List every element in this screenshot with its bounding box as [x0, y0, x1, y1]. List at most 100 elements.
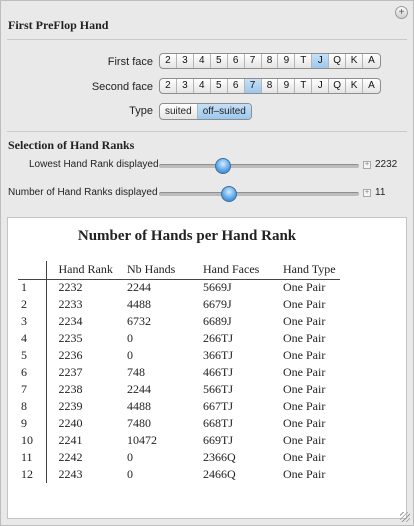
- second-face-option-button[interactable]: 9: [278, 79, 296, 93]
- first-face-option-button[interactable]: J: [312, 54, 330, 68]
- second-face-option-button[interactable]: 5: [211, 79, 228, 93]
- lowest-rank-slider-thumb[interactable]: [215, 158, 231, 174]
- plus-icon[interactable]: +: [395, 6, 408, 19]
- num-ranks-value: 11: [375, 187, 386, 198]
- table-cell: 668TJ: [203, 416, 233, 430]
- first-face-label: First face: [107, 56, 153, 68]
- table-cell: 6732: [127, 314, 151, 328]
- table-cell: 266TJ: [203, 331, 233, 345]
- row-index: 6: [18, 364, 47, 381]
- table-cell: One Pair: [283, 416, 326, 430]
- table-row: 6 2237 748 466TJ One Pair: [18, 364, 340, 381]
- second-face-option-button[interactable]: 6: [228, 79, 245, 93]
- table-cell: 669TJ: [203, 433, 233, 447]
- row-index: 5: [18, 347, 47, 364]
- table-cell: 2240: [58, 416, 83, 430]
- divider: [7, 131, 407, 132]
- second-face-option-button[interactable]: T: [295, 79, 313, 93]
- plus-icon[interactable]: +: [363, 189, 371, 197]
- table-cell: 2244: [127, 280, 151, 295]
- table-cell: 0: [127, 331, 133, 345]
- table-row: 1 2232 2244 5669J One Pair: [18, 279, 340, 296]
- table-row: 10 2241 10472 669TJ One Pair: [18, 432, 340, 449]
- table-cell: One Pair: [283, 467, 326, 481]
- type-option-button[interactable]: off–suited: [197, 104, 251, 119]
- table-cell: One Pair: [283, 297, 326, 311]
- table-cell: 2366Q: [203, 450, 236, 464]
- first-face-option-button[interactable]: 2: [160, 54, 177, 68]
- table-cell: 2243: [58, 467, 83, 481]
- type-setter-bar: suited off–suited: [159, 103, 252, 120]
- row-index: 10: [18, 432, 47, 449]
- num-ranks-slider-thumb[interactable]: [221, 186, 237, 202]
- second-face-option-button[interactable]: 7: [244, 79, 262, 93]
- first-face-setter-bar: 23456789TJQKA: [159, 53, 381, 69]
- column-header: Hand Rank: [46, 261, 124, 280]
- first-face-option-button[interactable]: 9: [278, 54, 296, 68]
- second-face-option-button[interactable]: J: [312, 79, 330, 93]
- second-face-option-button[interactable]: K: [346, 79, 364, 93]
- table-cell: 2244: [127, 382, 151, 396]
- table-cell: 2238: [58, 382, 83, 396]
- table-cell: 2233: [58, 297, 83, 311]
- selection-title: Selection of Hand Ranks: [8, 138, 135, 152]
- table-cell: 5669J: [203, 280, 232, 295]
- plus-icon[interactable]: +: [363, 161, 371, 169]
- table-cell: One Pair: [283, 348, 326, 362]
- first-face-option-button[interactable]: 3: [177, 54, 194, 68]
- second-face-option-button[interactable]: A: [363, 79, 380, 93]
- second-face-option-button[interactable]: 4: [194, 79, 211, 93]
- first-face-option-button[interactable]: T: [295, 54, 313, 68]
- row-index: 11: [18, 449, 47, 466]
- table-cell: 2237: [58, 365, 83, 379]
- first-face-option-button[interactable]: 7: [245, 54, 262, 68]
- table-row: 11 2242 0 2366Q One Pair: [18, 449, 340, 466]
- first-face-option-button[interactable]: 8: [262, 54, 279, 68]
- second-face-option-button[interactable]: 8: [262, 79, 279, 93]
- hand-rank-table: Hand Rank Nb Hands Hand Faces Hand Type …: [18, 261, 340, 483]
- table-cell: One Pair: [283, 399, 326, 413]
- first-face-option-button[interactable]: 4: [194, 54, 211, 68]
- type-option-button[interactable]: suited: [160, 104, 198, 119]
- index-header: [18, 261, 47, 280]
- first-face-option-button[interactable]: 5: [211, 54, 228, 68]
- table-cell: 6679J: [203, 297, 232, 311]
- output-pane: Number of Hands per Hand Rank Hand Rank …: [7, 217, 407, 519]
- table-cell: 2242: [58, 450, 83, 464]
- table-row: 7 2238 2244 566TJ One Pair: [18, 381, 340, 398]
- table-cell: 2239: [58, 399, 83, 413]
- second-face-option-button[interactable]: 2: [160, 79, 177, 93]
- table-cell: One Pair: [283, 331, 326, 345]
- table-cell: 566TJ: [203, 382, 233, 396]
- num-ranks-slider[interactable]: [159, 192, 359, 196]
- table-cell: 667TJ: [203, 399, 233, 413]
- table-cell: One Pair: [283, 365, 326, 379]
- row-index: 2: [18, 296, 47, 313]
- table-cell: 2241: [58, 433, 83, 447]
- first-face-option-button[interactable]: 6: [228, 54, 245, 68]
- resize-grip-icon[interactable]: [400, 512, 410, 522]
- table-cell: 10472: [127, 433, 157, 447]
- first-face-option-button[interactable]: K: [346, 54, 364, 68]
- row-index: 9: [18, 415, 47, 432]
- second-face-option-button[interactable]: Q: [329, 79, 347, 93]
- first-face-option-button[interactable]: A: [363, 54, 380, 68]
- table-row: 8 2239 4488 667TJ One Pair: [18, 398, 340, 415]
- table-cell: 4488: [127, 297, 151, 311]
- table-cell: One Pair: [283, 382, 326, 396]
- row-index: 1: [18, 279, 47, 296]
- table-cell: One Pair: [283, 314, 326, 328]
- second-face-label: Second face: [91, 81, 153, 93]
- table-header-row: Hand Rank Nb Hands Hand Faces Hand Type: [18, 261, 340, 280]
- first-face-option-button[interactable]: Q: [329, 54, 347, 68]
- table-cell: 2466Q: [203, 467, 236, 481]
- output-title: Number of Hands per Hand Rank: [77, 228, 297, 244]
- column-header: Hand Faces: [200, 261, 280, 280]
- panel-title: First PreFlop Hand: [8, 18, 109, 32]
- table-cell: 2234: [58, 314, 83, 328]
- second-face-setter-bar: 23456789TJQKA: [159, 78, 381, 94]
- column-header: Hand Type: [280, 261, 340, 280]
- second-face-option-button[interactable]: 3: [177, 79, 194, 93]
- table-cell: 2232: [58, 280, 83, 295]
- lowest-rank-slider[interactable]: [159, 164, 359, 168]
